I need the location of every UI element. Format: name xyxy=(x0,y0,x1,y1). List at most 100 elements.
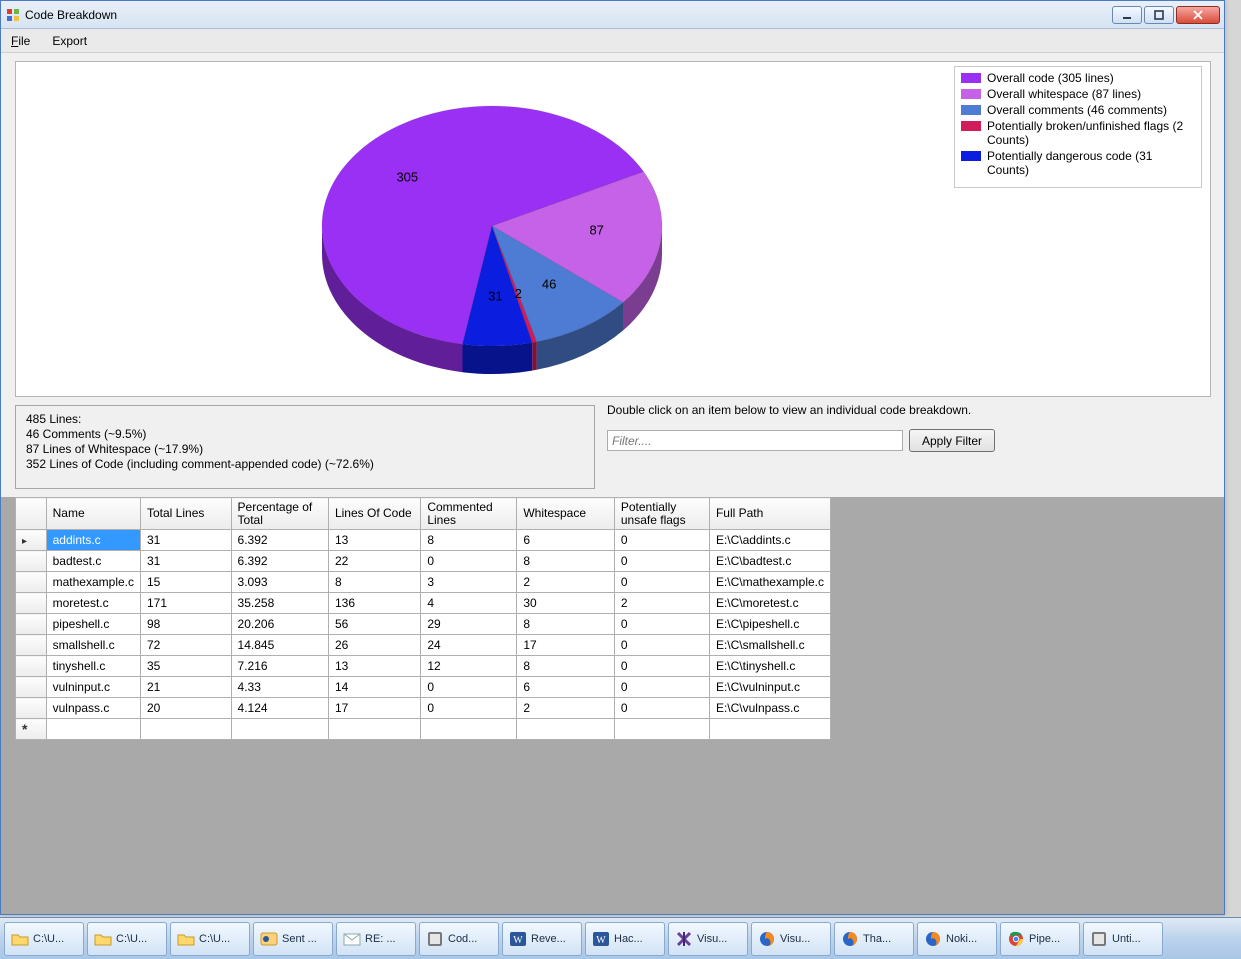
cell-total[interactable]: 21 xyxy=(141,677,232,698)
taskbar-item[interactable]: Visu... xyxy=(668,922,748,956)
cell-ws[interactable]: 8 xyxy=(517,551,615,572)
cell-ws[interactable]: 6 xyxy=(517,677,615,698)
taskbar-item[interactable]: C:\U... xyxy=(87,922,167,956)
table-row[interactable]: vulnpass.c204.12417020E:\C\vulnpass.c xyxy=(16,698,831,719)
column-header-percentage[interactable]: Percentage of Total xyxy=(231,498,328,530)
cell-flags[interactable]: 0 xyxy=(614,572,709,593)
cell-commented[interactable]: 4 xyxy=(421,593,517,614)
cell-loc[interactable]: 136 xyxy=(328,593,420,614)
cell-commented[interactable]: 12 xyxy=(421,656,517,677)
cell-flags[interactable]: 0 xyxy=(614,656,709,677)
cell-total[interactable]: 98 xyxy=(141,614,232,635)
cell-ws[interactable]: 2 xyxy=(517,698,615,719)
cell-pct[interactable]: 6.392 xyxy=(231,551,328,572)
cell-total[interactable]: 15 xyxy=(141,572,232,593)
column-header-unsafe-flags[interactable]: Potentially unsafe flags xyxy=(614,498,709,530)
cell-total[interactable]: 35 xyxy=(141,656,232,677)
cell-loc[interactable]: 13 xyxy=(328,656,420,677)
data-grid[interactable]: Name Total Lines Percentage of Total Lin… xyxy=(15,497,831,740)
cell-path[interactable]: E:\C\tinyshell.c xyxy=(709,656,830,677)
cell-pct[interactable]: 35.258 xyxy=(231,593,328,614)
cell-path[interactable]: E:\C\mathexample.c xyxy=(709,572,830,593)
cell-name[interactable]: badtest.c xyxy=(46,551,140,572)
cell-flags[interactable]: 0 xyxy=(614,677,709,698)
cell-flags[interactable]: 0 xyxy=(614,698,709,719)
table-row[interactable]: addints.c316.39213860E:\C\addints.c xyxy=(16,530,831,551)
cell-path[interactable]: E:\C\moretest.c xyxy=(709,593,830,614)
column-header-name[interactable]: Name xyxy=(46,498,140,530)
taskbar-item[interactable]: Pipe... xyxy=(1000,922,1080,956)
cell-path[interactable]: E:\C\addints.c xyxy=(709,530,830,551)
row-header[interactable] xyxy=(16,614,47,635)
cell-name[interactable]: addints.c xyxy=(46,530,140,551)
row-header[interactable] xyxy=(16,635,47,656)
cell-empty[interactable] xyxy=(328,719,420,740)
table-row-new[interactable] xyxy=(16,719,831,740)
cell-empty[interactable] xyxy=(231,719,328,740)
cell-pct[interactable]: 4.124 xyxy=(231,698,328,719)
table-row[interactable]: vulninput.c214.3314060E:\C\vulninput.c xyxy=(16,677,831,698)
table-row[interactable]: tinyshell.c357.216131280E:\C\tinyshell.c xyxy=(16,656,831,677)
column-header-lines-of-code[interactable]: Lines Of Code xyxy=(328,498,420,530)
cell-total[interactable]: 31 xyxy=(141,530,232,551)
column-header-total-lines[interactable]: Total Lines xyxy=(141,498,232,530)
cell-path[interactable]: E:\C\badtest.c xyxy=(709,551,830,572)
row-header[interactable] xyxy=(16,677,47,698)
cell-total[interactable]: 20 xyxy=(141,698,232,719)
taskbar-item[interactable]: WReve... xyxy=(502,922,582,956)
taskbar-item[interactable]: C:\U... xyxy=(170,922,250,956)
row-header[interactable] xyxy=(16,656,47,677)
taskbar-item[interactable]: Cod... xyxy=(419,922,499,956)
cell-empty[interactable] xyxy=(709,719,830,740)
cell-ws[interactable]: 6 xyxy=(517,530,615,551)
cell-name[interactable]: vulnpass.c xyxy=(46,698,140,719)
cell-loc[interactable]: 13 xyxy=(328,530,420,551)
taskbar-item[interactable]: Noki... xyxy=(917,922,997,956)
column-header-full-path[interactable]: Full Path xyxy=(709,498,830,530)
taskbar-item[interactable]: WHac... xyxy=(585,922,665,956)
cell-commented[interactable]: 0 xyxy=(421,677,517,698)
cell-commented[interactable]: 29 xyxy=(421,614,517,635)
cell-pct[interactable]: 7.216 xyxy=(231,656,328,677)
column-header-whitespace[interactable]: Whitespace xyxy=(517,498,615,530)
cell-total[interactable]: 72 xyxy=(141,635,232,656)
cell-pct[interactable]: 6.392 xyxy=(231,530,328,551)
cell-ws[interactable]: 30 xyxy=(517,593,615,614)
cell-loc[interactable]: 14 xyxy=(328,677,420,698)
column-header-commented[interactable]: Commented Lines xyxy=(421,498,517,530)
cell-flags[interactable]: 2 xyxy=(614,593,709,614)
row-header[interactable] xyxy=(16,572,47,593)
table-row[interactable]: badtest.c316.39222080E:\C\badtest.c xyxy=(16,551,831,572)
cell-commented[interactable]: 0 xyxy=(421,698,517,719)
cell-flags[interactable]: 0 xyxy=(614,614,709,635)
cell-commented[interactable]: 8 xyxy=(421,530,517,551)
row-header[interactable] xyxy=(16,698,47,719)
cell-path[interactable]: E:\C\pipeshell.c xyxy=(709,614,830,635)
cell-flags[interactable]: 0 xyxy=(614,530,709,551)
cell-name[interactable]: smallshell.c xyxy=(46,635,140,656)
titlebar[interactable]: Code Breakdown xyxy=(1,1,1224,29)
cell-ws[interactable]: 8 xyxy=(517,656,615,677)
cell-flags[interactable]: 0 xyxy=(614,551,709,572)
cell-pct[interactable]: 14.845 xyxy=(231,635,328,656)
taskbar-item[interactable]: RE: ... xyxy=(336,922,416,956)
table-row[interactable]: moretest.c17135.2581364302E:\C\moretest.… xyxy=(16,593,831,614)
cell-path[interactable]: E:\C\smallshell.c xyxy=(709,635,830,656)
cell-name[interactable]: moretest.c xyxy=(46,593,140,614)
cell-empty[interactable] xyxy=(46,719,140,740)
menu-file[interactable]: File xyxy=(7,32,34,50)
cell-commented[interactable]: 3 xyxy=(421,572,517,593)
cell-commented[interactable]: 0 xyxy=(421,551,517,572)
cell-name[interactable]: tinyshell.c xyxy=(46,656,140,677)
cell-ws[interactable]: 8 xyxy=(517,614,615,635)
cell-name[interactable]: mathexample.c xyxy=(46,572,140,593)
maximize-button[interactable] xyxy=(1144,6,1174,24)
close-button[interactable] xyxy=(1176,6,1220,24)
table-row[interactable]: pipeshell.c9820.206562980E:\C\pipeshell.… xyxy=(16,614,831,635)
cell-empty[interactable] xyxy=(614,719,709,740)
apply-filter-button[interactable]: Apply Filter xyxy=(909,429,995,452)
cell-total[interactable]: 171 xyxy=(141,593,232,614)
row-header[interactable] xyxy=(16,593,47,614)
cell-flags[interactable]: 0 xyxy=(614,635,709,656)
row-header[interactable] xyxy=(16,551,47,572)
